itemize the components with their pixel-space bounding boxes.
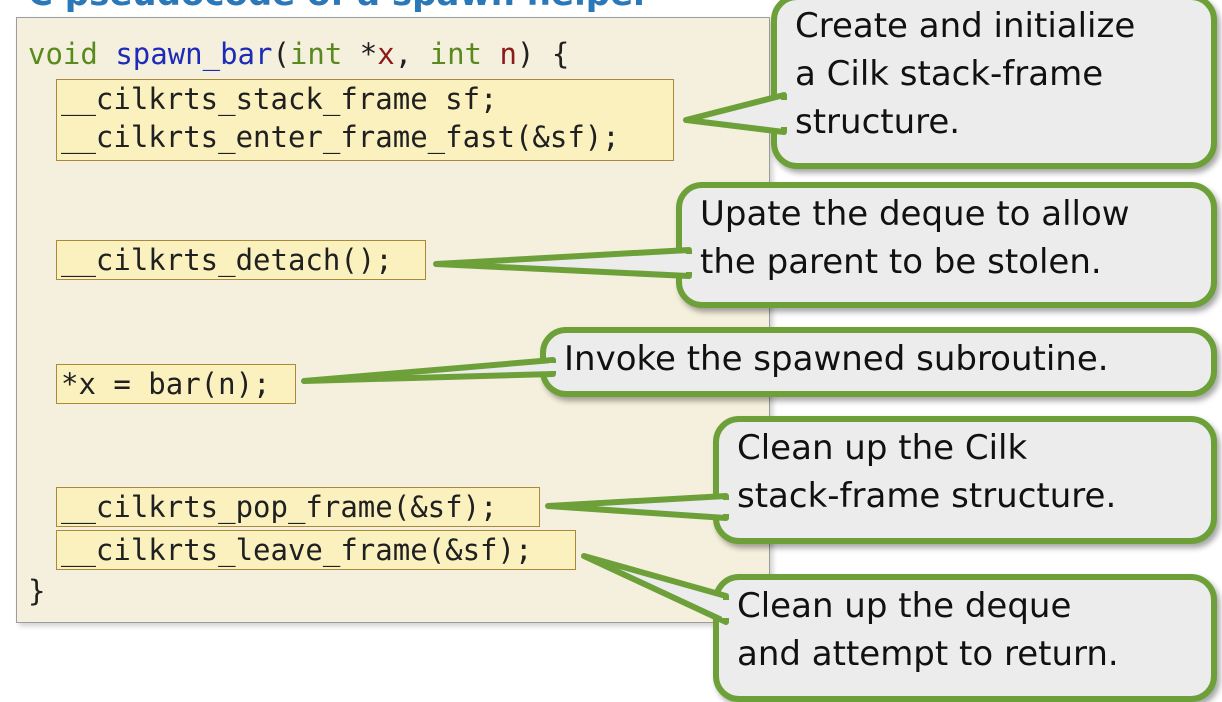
callout-invoke-line-1: Invoke the spawned subroutine. [564, 339, 1109, 379]
callout-create-frame: Create and initialize a Cilk stack-frame… [771, 0, 1217, 169]
space-n [482, 37, 499, 71]
slide-title: C pseudocode of a spawn helper [28, 0, 650, 14]
callout-cleanup-deque: Clean up the deque and attempt to return… [713, 574, 1217, 702]
callout-invoke: Invoke the spawned subroutine. [540, 327, 1217, 397]
keyword-void: void [28, 37, 98, 71]
callout-create-line-2: a Cilk stack-frame [795, 54, 1104, 94]
code-box-pop-frame: __cilkrts_pop_frame(&sf); [56, 487, 540, 527]
function-name: spawn_bar [115, 37, 273, 71]
code-invoke: *x = bar(n); [61, 367, 271, 401]
code-stack-frame-decl: __cilkrts_stack_frame sf; [61, 82, 498, 116]
callout-cleanup-frame-line-1: Clean up the Cilk [737, 428, 1028, 468]
keyword-int-1: int [289, 37, 343, 71]
closing-brace: } [28, 574, 46, 608]
callout-update-line-2: the parent to be stolen. [700, 242, 1102, 282]
function-signature: void spawn_bar(int *x, int n) { [28, 35, 569, 73]
code-box-invoke: *x = bar(n); [56, 364, 296, 404]
code-box-detach: __cilkrts_detach(); [56, 240, 426, 280]
param-n: n [499, 37, 517, 71]
code-box-stack-frame: __cilkrts_stack_frame sf; __cilkrts_enter… [56, 79, 674, 161]
keyword-int-2: int [429, 37, 483, 71]
code-leave-frame: __cilkrts_leave_frame(&sf); [61, 533, 533, 567]
callout-create-line-3: structure. [795, 102, 961, 142]
callout-cleanup-deque-line-2: and attempt to return. [737, 634, 1119, 674]
code-pop-frame: __cilkrts_pop_frame(&sf); [61, 490, 498, 524]
callout-cleanup-frame-line-2: stack-frame structure. [737, 476, 1117, 516]
callout-cleanup-frame: Clean up the Cilk stack-frame structure. [713, 416, 1217, 544]
open-paren: ( [272, 37, 290, 71]
comma: , [394, 37, 430, 71]
code-box-leave-frame: __cilkrts_leave_frame(&sf); [56, 530, 576, 570]
callout-update-line-1: Upate the deque to allow [700, 194, 1130, 234]
callout-create-line-1: Create and initialize [795, 6, 1136, 46]
pointer-star: * [342, 37, 378, 71]
open-brace: ) { [516, 37, 570, 71]
callout-cleanup-deque-line-1: Clean up the deque [737, 586, 1072, 626]
code-enter-frame: __cilkrts_enter_frame_fast(&sf); [61, 120, 620, 154]
code-detach: __cilkrts_detach(); [61, 243, 393, 277]
callout-update-deque: Upate the deque to allow the parent to b… [676, 182, 1217, 308]
param-x: x [377, 37, 395, 71]
